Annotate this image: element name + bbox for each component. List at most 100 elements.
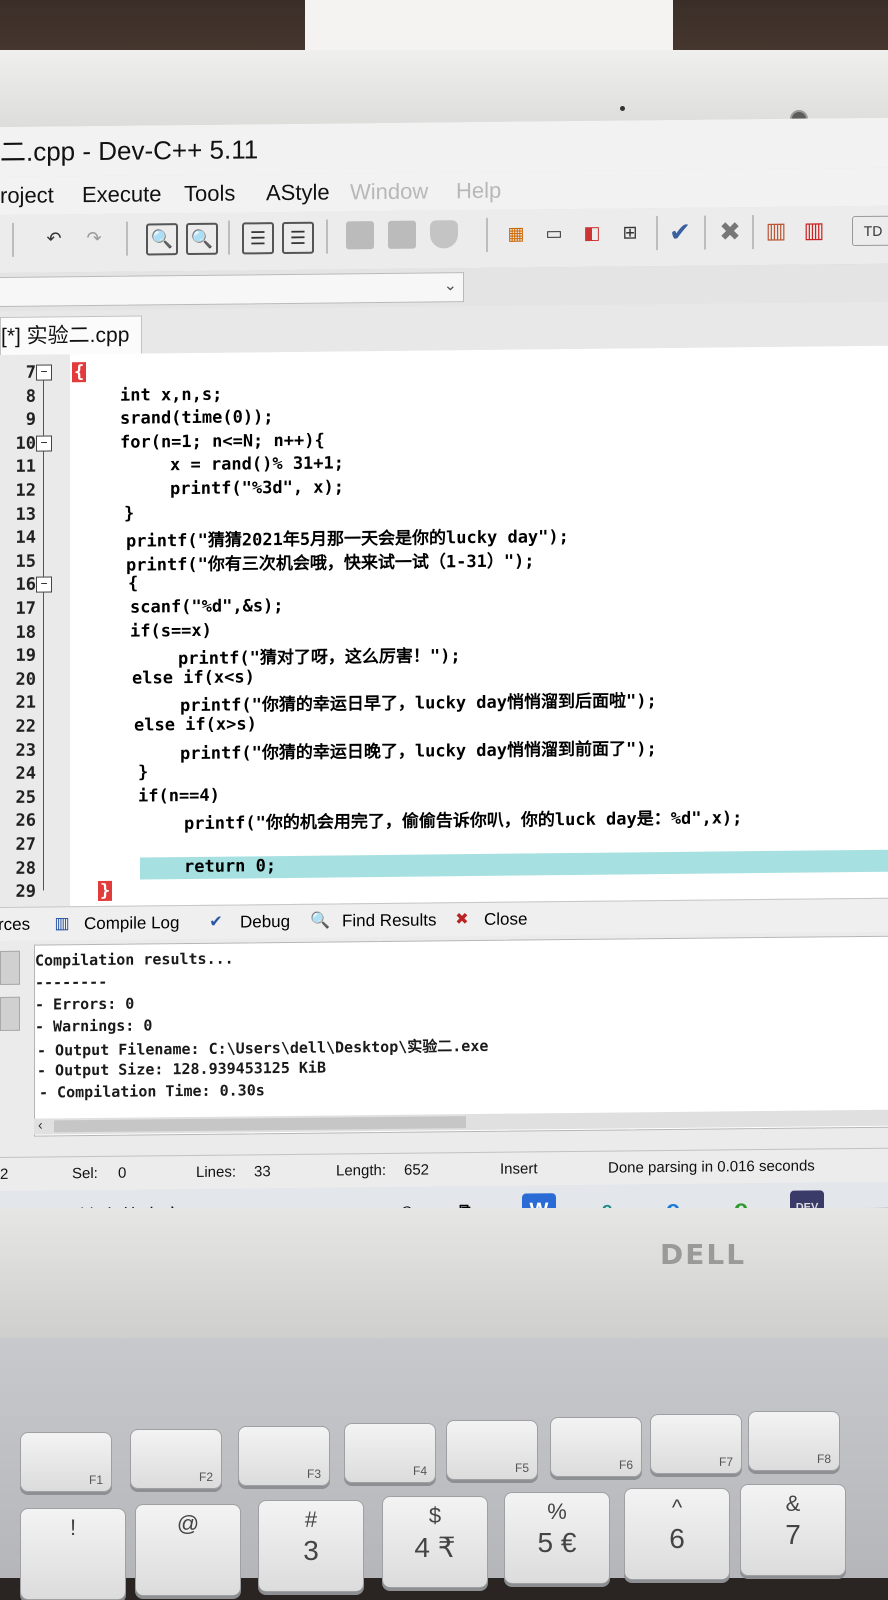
tiles-icon[interactable]: ⊞ — [616, 218, 644, 246]
toolbar-separator — [228, 220, 230, 255]
profile-icon[interactable]: ▥ — [800, 216, 828, 244]
fold-toggle-icon[interactable]: − — [36, 364, 52, 381]
bookmark-icon[interactable] — [430, 220, 458, 249]
code-text: else if(x<s) — [132, 667, 255, 689]
line-number: 11 — [15, 457, 36, 478]
check-icon: ✔ — [209, 913, 223, 931]
indent-icon[interactable]: ☰ — [242, 222, 274, 255]
main-toolbar: ↶ ↷ 🔍 🔍 ☰ ☰ ▦ ▭ ◧ ⊞ ✔ ✖ ▥ ▥ TD — [0, 205, 888, 274]
key-number[interactable]: % 5 € — [504, 1492, 610, 1584]
code-text: x = rand()% 31+1; — [170, 453, 344, 476]
chevron-down-icon: ⌄ — [443, 277, 457, 295]
key-digit: 6 — [669, 1523, 685, 1554]
line-number: 15 — [15, 551, 36, 572]
chart-icon[interactable]: ▥ — [762, 217, 790, 245]
menu-window[interactable]: Window — [350, 179, 428, 206]
key-digit: 5 € — [537, 1527, 577, 1558]
class-dropdown[interactable]: ⌄ — [0, 272, 464, 308]
line-number: 12 — [15, 480, 36, 501]
fold-toggle-icon[interactable]: − — [36, 435, 52, 452]
line-number: 27 — [15, 834, 36, 855]
toolbar-separator — [126, 221, 128, 256]
code-text: int x,n,s; — [120, 384, 223, 406]
key-f8[interactable]: F8 — [748, 1411, 840, 1471]
menu-astyle[interactable]: AStyle — [266, 180, 330, 207]
tab-debug[interactable]: Debug — [240, 912, 290, 933]
layout-icon[interactable]: ◧ — [578, 219, 606, 247]
replace-icon[interactable]: 🔍 — [186, 222, 218, 256]
status-length-label: Length: — [336, 1161, 387, 1180]
tab-close[interactable]: Close — [484, 909, 527, 929]
tab-resources[interactable]: rces — [0, 915, 30, 935]
menu-help[interactable]: Help — [456, 178, 501, 204]
code-text: } — [124, 503, 135, 524]
close-icon: ✖ — [455, 911, 469, 929]
code-text: printf("%3d", x); — [170, 477, 344, 500]
key-number[interactable]: #3 — [258, 1500, 364, 1592]
find-icon[interactable]: 🔍 — [146, 223, 178, 256]
status-message: Done parsing in 0.016 seconds — [608, 1157, 815, 1177]
side-button[interactable] — [0, 996, 20, 1031]
status-mode: Insert — [500, 1160, 538, 1178]
key-f7[interactable]: F7 — [650, 1414, 742, 1474]
key-label: F2 — [198, 1470, 213, 1484]
back-icon[interactable] — [346, 221, 374, 250]
key-f3[interactable]: F3 — [238, 1426, 330, 1486]
tab-label: [*] 实验二.cpp — [1, 323, 130, 348]
key-number[interactable]: $4 ₹ — [382, 1496, 488, 1588]
line-number: 7 — [25, 362, 36, 383]
line-number: 29 — [15, 881, 36, 903]
log-line: - Warnings: 0 — [35, 1016, 153, 1036]
menu-tools[interactable]: Tools — [184, 181, 235, 208]
key-symbol: & — [785, 1491, 801, 1516]
unindent-icon[interactable]: ☰ — [282, 221, 314, 255]
toolbar-separator — [704, 215, 706, 250]
code-text: { — [72, 362, 87, 383]
screen: 二.cpp - Dev-C++ 5.11 roject Execute Tool… — [0, 117, 888, 1217]
key-digit: 3 — [303, 1535, 319, 1566]
key-f4[interactable]: F4 — [344, 1423, 436, 1483]
code-editor[interactable]: 7−{8 int x,n,s; 9 srand(time(0)); 10− for(n=1… — [0, 345, 888, 907]
tab-compile-log[interactable]: Compile Log — [84, 913, 179, 934]
menu-execute[interactable]: Execute — [82, 181, 162, 208]
line-number: 23 — [15, 740, 36, 761]
code-text: } — [138, 762, 149, 783]
key-number[interactable]: & 7 — [740, 1484, 846, 1576]
side-button[interactable] — [0, 950, 20, 985]
key-f5[interactable]: F5 — [446, 1420, 538, 1480]
line-number: 25 — [15, 787, 36, 808]
line-number: 28 — [15, 858, 36, 879]
line-number: 19 — [15, 645, 36, 667]
tab-find-results[interactable]: Find Results — [342, 910, 436, 931]
key-f2[interactable]: F2 — [130, 1429, 222, 1489]
key-f6[interactable]: F6 — [550, 1417, 642, 1477]
log-line: - Errors: 0 — [35, 994, 135, 1014]
code-text: } — [98, 881, 113, 902]
delete-icon[interactable]: ✖ — [716, 216, 744, 246]
line-number: 18 — [15, 622, 36, 643]
key-f1[interactable]: F1 — [20, 1432, 112, 1492]
toolbar-separator — [486, 217, 488, 252]
key-number[interactable]: ^ 6 — [624, 1488, 730, 1580]
grid-icon[interactable]: ▦ — [502, 219, 530, 247]
compile-log-output[interactable]: Compilation results... -------- - Errors… — [34, 935, 888, 1137]
menu-project[interactable]: roject — [0, 182, 54, 209]
chevron-left-icon[interactable]: ‹ — [38, 1117, 43, 1133]
status-lines-label: Lines: — [196, 1163, 237, 1181]
forward-icon[interactable] — [388, 220, 416, 249]
scrollbar-thumb[interactable] — [54, 1116, 466, 1133]
key-number[interactable]: @ — [135, 1504, 241, 1596]
key-number[interactable]: ! — [20, 1508, 126, 1600]
window-icon[interactable]: ▭ — [540, 219, 568, 247]
redo-icon[interactable]: ↷ — [80, 224, 108, 252]
tab-experiment2-cpp[interactable]: [*] 实验二.cpp — [0, 315, 143, 356]
status-sel: 0 — [118, 1164, 127, 1182]
fold-toggle-icon[interactable]: − — [36, 576, 52, 594]
compiler-select[interactable]: TD — [852, 215, 888, 247]
log-line: Compilation results... — [35, 949, 234, 970]
undo-icon[interactable]: ↶ — [40, 224, 68, 252]
check-icon[interactable]: ✔ — [666, 216, 694, 246]
log-line: - Output Filename: C:\Users\dell\Desktop… — [37, 1036, 489, 1060]
toolbar-separator — [752, 215, 754, 250]
key-label: F6 — [618, 1458, 633, 1472]
